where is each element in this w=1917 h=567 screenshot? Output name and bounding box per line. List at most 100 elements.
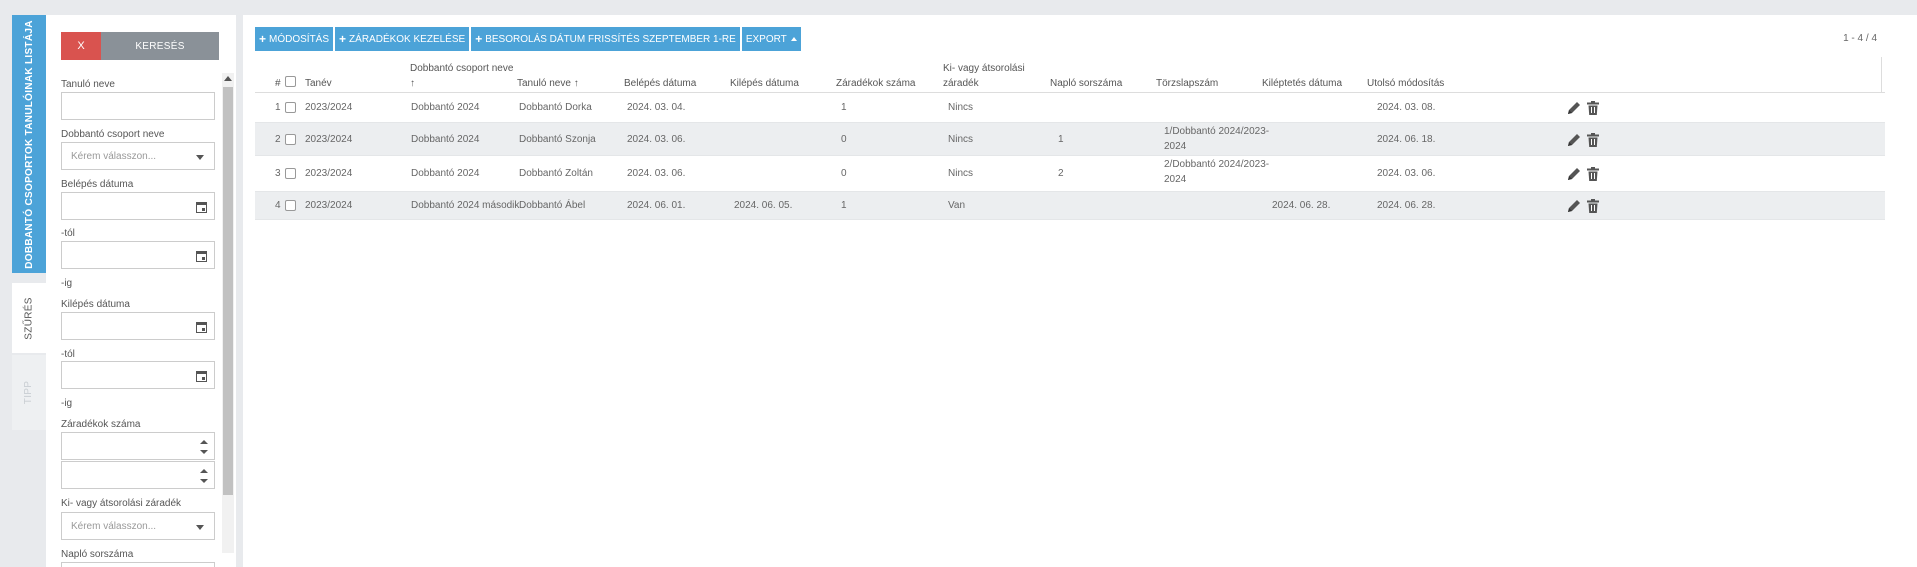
clauses-count-min-input[interactable]	[61, 432, 215, 460]
scroll-up-icon[interactable]	[224, 76, 232, 81]
row-entry-date: 2024. 06. 01.	[627, 200, 686, 211]
journal-input[interactable]	[61, 562, 215, 567]
row-num: 4	[275, 200, 281, 211]
caret-up-icon	[790, 37, 797, 41]
row-clauses-count: 1	[841, 200, 847, 211]
tab-filter-label: SZŰRÉS	[23, 296, 35, 340]
table-row[interactable]: 2 2023/2024 Dobbantó 2024 Dobbantó Szonja 20…	[255, 123, 1885, 156]
col-last-modified[interactable]: Utolsó módosítás	[1367, 76, 1444, 91]
exit-date-from-input[interactable]	[61, 312, 215, 340]
tab-student-list-label: DOBBANTÓ CSOPORTOK TANULÓINAK LISTÁJA	[23, 19, 35, 269]
calendar-icon[interactable]	[196, 371, 207, 382]
col-release-date[interactable]: Kiléptetés dátuma	[1262, 76, 1342, 91]
entry-date-from-label: -tól	[61, 228, 75, 239]
row-checkbox[interactable]	[285, 102, 296, 113]
plus-icon: +	[259, 32, 267, 46]
filter-scrollbar[interactable]	[222, 73, 234, 553]
modify-button-label: MÓDOSÍTÁS	[269, 33, 330, 45]
student-name-input[interactable]	[61, 92, 215, 120]
tab-student-list[interactable]: DOBBANTÓ CSOPORTOK TANULÓINAK LISTÁJA	[12, 15, 46, 273]
calendar-icon[interactable]	[196, 251, 207, 262]
trash-icon[interactable]	[1587, 199, 1599, 213]
group-name-select[interactable]: Kérem válasszon...	[61, 142, 215, 170]
modify-button[interactable]: + MÓDOSÍTÁS	[255, 27, 334, 51]
tab-tip[interactable]: TIPP	[12, 355, 46, 430]
row-group: Dobbantó 2024	[411, 168, 480, 179]
stepper-icon[interactable]	[200, 438, 208, 456]
row-entry-date: 2024. 03. 04.	[627, 102, 686, 113]
col-register[interactable]: Törzslapszám	[1156, 76, 1218, 91]
table-row[interactable]: 4 2023/2024 Dobbantó 2024 második Dobbantó …	[255, 192, 1885, 220]
row-last-modified: 2024. 03. 06.	[1377, 168, 1436, 179]
col-entry-date[interactable]: Belépés dátuma	[624, 76, 696, 91]
sort-arrow-icon: ↑	[573, 78, 579, 89]
row-register-line1: 1/Dobbantó 2024/2023-	[1164, 126, 1270, 137]
entry-date-from-input[interactable]	[61, 192, 215, 220]
toolbar: + MÓDOSÍTÁS + ZÁRADÉKOK KEZELÉSE + BESOROLÁ…	[255, 27, 801, 51]
row-student: Dobbantó Ábel	[519, 200, 586, 211]
scrollbar-thumb[interactable]	[223, 87, 233, 495]
col-student[interactable]: Tanuló neve ↑	[517, 76, 579, 91]
edit-icon[interactable]	[1567, 167, 1581, 181]
update-classification-date-button[interactable]: + BESOROLÁS DÁTUM FRISSÍTÉS SZEPTEMBER 1-…	[471, 27, 740, 51]
row-num: 3	[275, 168, 281, 179]
clauses-count-max-input[interactable]	[61, 461, 215, 489]
row-clauses-count: 0	[841, 168, 847, 179]
row-year: 2023/2024	[305, 134, 353, 145]
exit-date-to-input[interactable]	[61, 361, 215, 389]
row-clauses-count: 1	[841, 102, 847, 113]
col-clauses-count[interactable]: Záradékok száma	[836, 76, 915, 91]
export-button[interactable]: EXPORT	[741, 27, 801, 51]
exit-date-from-label: -tól	[61, 349, 75, 360]
exit-date-label: Kilépés dátuma	[61, 299, 130, 310]
table-row[interactable]: 3 2023/2024 Dobbantó 2024 Dobbantó Zoltán 20…	[255, 156, 1885, 192]
entry-date-to-label: -ig	[61, 278, 73, 289]
manage-clauses-button[interactable]: + ZÁRADÉKOK KEZELÉSE	[335, 27, 470, 51]
main-panel: + MÓDOSÍTÁS + ZÁRADÉKOK KEZELÉSE + BESOROLÁ…	[243, 15, 1917, 567]
calendar-icon[interactable]	[196, 202, 207, 213]
col-year[interactable]: Tanév	[305, 76, 332, 91]
tab-filter[interactable]: SZŰRÉS	[12, 283, 46, 353]
update-classification-date-button-label: BESOROLÁS DÁTUM FRISSÍTÉS SZEPTEMBER 1-R…	[485, 33, 736, 45]
col-clause-type-line1: Ki- vagy átsorolási	[943, 63, 1025, 74]
col-clause-type[interactable]: Ki- vagy átsorolási záradék	[943, 61, 1025, 91]
row-checkbox[interactable]	[285, 168, 296, 179]
row-num: 2	[275, 134, 281, 145]
row-checkbox[interactable]	[285, 200, 296, 211]
trash-icon[interactable]	[1587, 101, 1599, 115]
clear-filter-button[interactable]: X	[61, 32, 101, 60]
row-year: 2023/2024	[305, 168, 353, 179]
edit-icon[interactable]	[1567, 133, 1581, 147]
col-student-label: Tanuló neve	[517, 78, 571, 89]
row-entry-date: 2024. 03. 06.	[627, 168, 686, 179]
col-num: #	[275, 78, 281, 89]
col-group[interactable]: Dobbantó csoport neve ↑	[410, 61, 513, 91]
header-divider	[1881, 57, 1882, 93]
search-button[interactable]: KERESÉS	[101, 32, 219, 60]
group-name-label: Dobbantó csoport neve	[61, 129, 165, 140]
trash-icon[interactable]	[1587, 133, 1599, 147]
row-num: 1	[275, 102, 281, 113]
edit-icon[interactable]	[1567, 101, 1581, 115]
col-group-label: Dobbantó csoport neve	[410, 63, 514, 74]
table-row[interactable]: 1 2023/2024 Dobbantó 2024 Dobbantó Dorka 202…	[255, 93, 1885, 123]
student-name-label: Tanuló neve	[61, 79, 115, 90]
calendar-icon[interactable]	[196, 322, 207, 333]
manage-clauses-button-label: ZÁRADÉKOK KEZELÉSE	[349, 33, 466, 45]
entry-date-to-input[interactable]	[61, 241, 215, 269]
col-journal[interactable]: Napló sorszáma	[1050, 76, 1122, 91]
select-all-checkbox[interactable]	[285, 76, 296, 87]
plus-icon: +	[339, 32, 347, 46]
row-checkbox[interactable]	[285, 134, 296, 145]
row-last-modified: 2024. 06. 18.	[1377, 134, 1436, 145]
edit-icon[interactable]	[1567, 199, 1581, 213]
journal-label: Napló sorszáma	[61, 549, 134, 560]
row-register-line2: 2024	[1164, 174, 1187, 185]
col-exit-date[interactable]: Kilépés dátuma	[730, 76, 799, 91]
row-last-modified: 2024. 06. 28.	[1377, 200, 1436, 211]
clause-type-placeholder: Kérem válasszon...	[71, 521, 157, 532]
trash-icon[interactable]	[1587, 167, 1599, 181]
stepper-icon[interactable]	[200, 467, 208, 485]
clause-type-select[interactable]: Kérem válasszon...	[61, 512, 215, 540]
plus-icon: +	[475, 32, 483, 46]
